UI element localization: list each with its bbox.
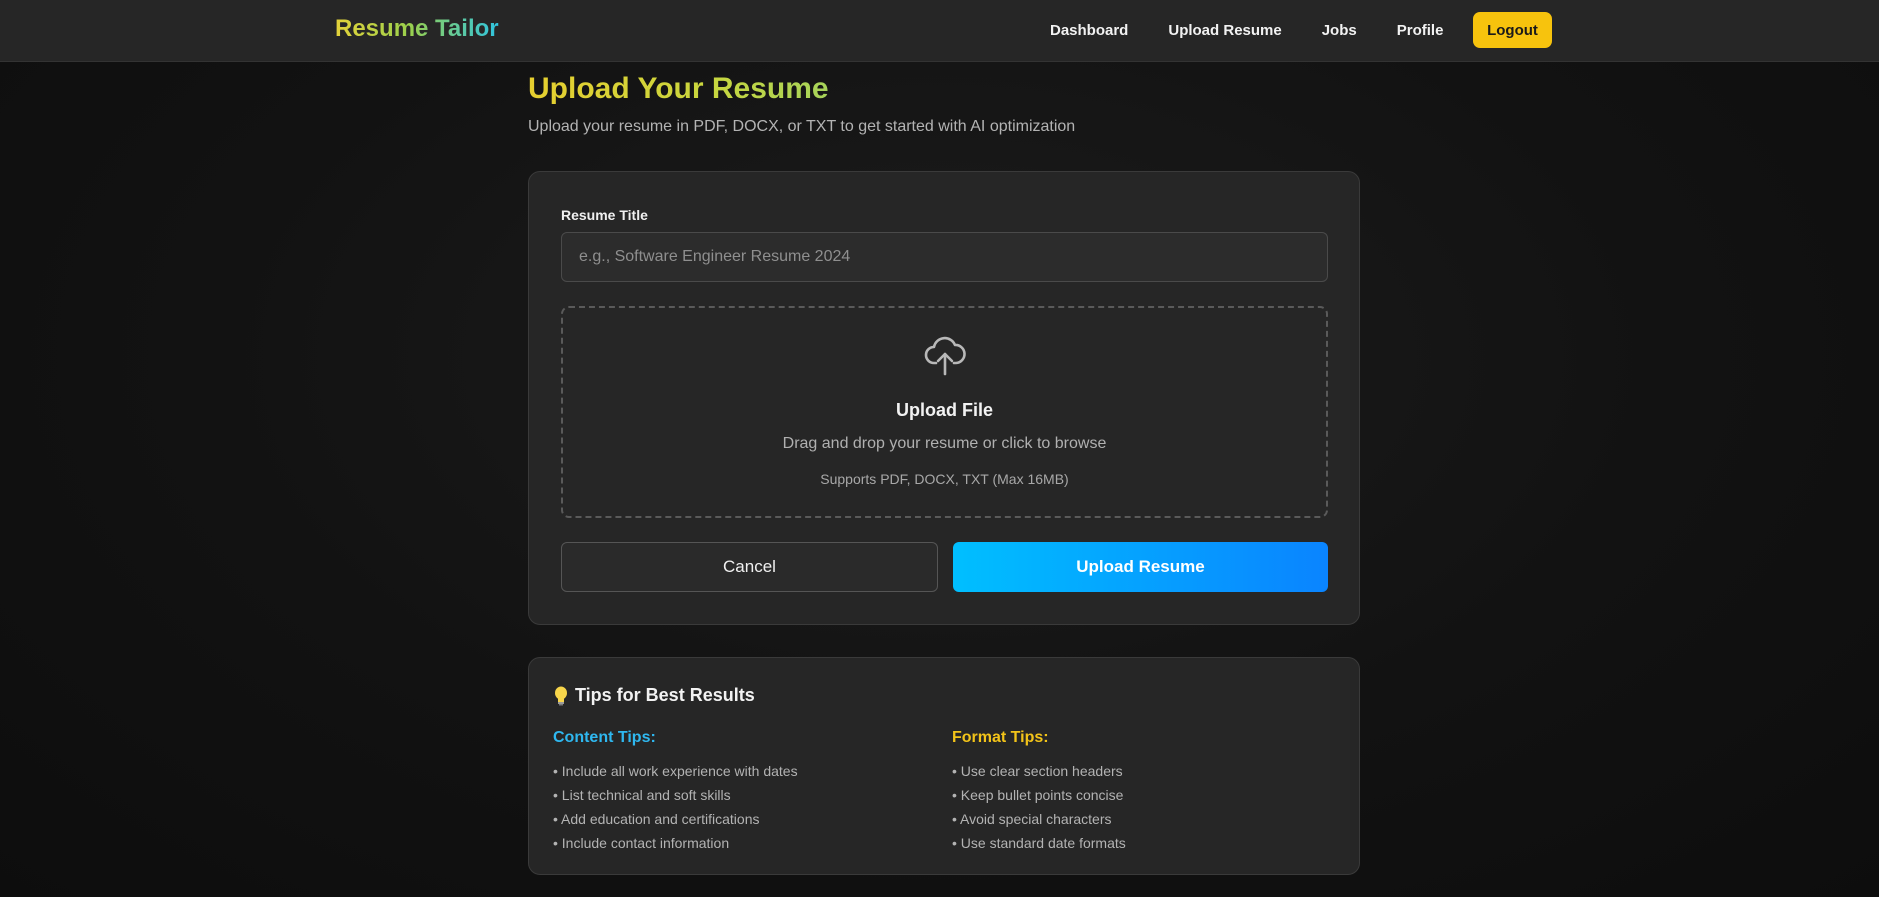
list-item: • Avoid special characters bbox=[952, 811, 1112, 827]
cancel-button[interactable]: Cancel bbox=[561, 542, 938, 592]
format-tips-heading: Format Tips: bbox=[952, 729, 1049, 746]
list-item: • Use clear section headers bbox=[952, 763, 1123, 779]
dropzone-title: Upload File bbox=[895, 400, 993, 420]
page-title: Upload Your Resume bbox=[528, 72, 829, 105]
list-item: • Use standard date formats bbox=[952, 835, 1126, 851]
nav-link-dashboard[interactable]: Dashboard bbox=[1050, 22, 1128, 39]
nav-link-jobs[interactable]: Jobs bbox=[1322, 22, 1357, 39]
resume-title-input[interactable] bbox=[561, 232, 1328, 282]
nav-link-upload-resume[interactable]: Upload Resume bbox=[1168, 22, 1281, 39]
upload-form-card: Resume Title Upload File Drag and drop y… bbox=[528, 171, 1360, 625]
top-navbar: Resume Tailor Dashboard Upload Resume Jo… bbox=[0, 0, 1879, 62]
list-item: • Add education and certifications bbox=[553, 811, 760, 827]
tips-heading: Tips for Best Results bbox=[553, 685, 755, 706]
nav-link-profile[interactable]: Profile bbox=[1397, 22, 1444, 39]
logout-button[interactable]: Logout bbox=[1473, 12, 1552, 48]
dropzone-subtitle: Drag and drop your resume or click to br… bbox=[782, 435, 1107, 452]
upload-resume-button[interactable]: Upload Resume bbox=[953, 542, 1328, 592]
list-item: • Keep bullet points concise bbox=[952, 787, 1124, 803]
file-dropzone[interactable]: Upload File Drag and drop your resume or… bbox=[561, 306, 1328, 518]
content-tips-column: Content Tips: • Include all work experie… bbox=[553, 729, 798, 855]
dropzone-file-note: Supports PDF, DOCX, TXT (Max 16MB) bbox=[820, 471, 1069, 487]
content-tips-heading: Content Tips: bbox=[553, 729, 656, 746]
nav-links: Dashboard Upload Resume Jobs Profile bbox=[1050, 12, 1483, 48]
format-tips-column: Format Tips: • Use clear section headers… bbox=[952, 729, 1126, 855]
brand-logo[interactable]: Resume Tailor bbox=[335, 15, 499, 43]
list-item: • List technical and soft skills bbox=[553, 787, 731, 803]
resume-title-label: Resume Title bbox=[561, 207, 648, 223]
tips-title: Tips for Best Results bbox=[575, 685, 755, 705]
cloud-upload-icon bbox=[924, 336, 966, 376]
list-item: • Include all work experience with dates bbox=[553, 763, 798, 779]
lightbulb-icon bbox=[555, 686, 567, 705]
list-item: • Include contact information bbox=[553, 835, 730, 851]
page-subtitle: Upload your resume in PDF, DOCX, or TXT … bbox=[528, 118, 1076, 135]
tips-card: Tips for Best Results Content Tips: • In… bbox=[528, 657, 1360, 875]
